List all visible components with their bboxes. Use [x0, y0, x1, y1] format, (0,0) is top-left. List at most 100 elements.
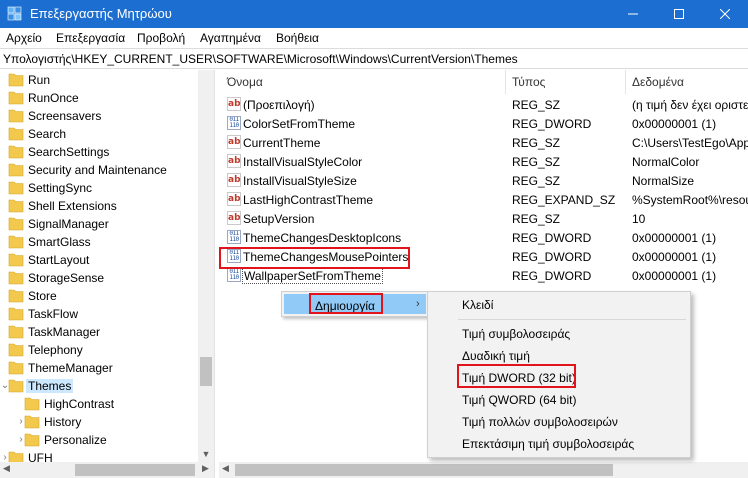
tree-item[interactable]: › Personalize: [0, 431, 198, 449]
folder-icon: [8, 109, 24, 123]
submenu-item-string-value[interactable]: Τιμή συμβολοσειράς: [462, 327, 570, 341]
tree-item[interactable]: TaskFlow: [0, 305, 198, 323]
string-value-icon: ab: [227, 192, 241, 206]
submenu-item-multi-string-value[interactable]: Τιμή πολλών συμβολοσειρών: [462, 415, 618, 429]
tree-horizontal-scrollbar[interactable]: ◀ ▶: [0, 462, 214, 478]
value-row[interactable]: ab SetupVersion REG_SZ 10: [219, 209, 748, 228]
column-header-type[interactable]: Τύπος: [506, 70, 625, 94]
menu-file[interactable]: Αρχείο: [6, 31, 42, 45]
tree-item[interactable]: StartLayout: [0, 251, 198, 269]
submenu-item-qword-value[interactable]: Τιμή QWORD (64 bit): [462, 393, 576, 407]
folder-icon: [8, 91, 24, 105]
value-type: REG_DWORD: [512, 250, 592, 264]
maximize-button[interactable]: [656, 0, 702, 28]
key-tree: Run RunOnce Screensavers Search SearchSettin…: [0, 70, 214, 478]
tree-item-label: Security and Maintenance: [28, 163, 167, 177]
registry-editor-icon: [7, 6, 22, 21]
annotation-highlight-value: [219, 247, 410, 269]
tree-item[interactable]: SignalManager: [0, 215, 198, 233]
value-row[interactable]: 011 110 ColorSetFromTheme REG_DWORD 0x000000…: [219, 114, 748, 133]
tree-item[interactable]: TaskManager: [0, 323, 198, 341]
value-name: ThemeChangesDesktopIcons: [243, 231, 402, 245]
string-value-icon: ab: [227, 135, 241, 149]
value-name: ColorSetFromTheme: [243, 117, 356, 131]
tree-item-label: HighContrast: [44, 397, 115, 411]
value-data: 0x00000001 (1): [632, 250, 717, 264]
minimize-icon: [628, 13, 638, 15]
values-horizontal-scrollbar[interactable]: ◀: [219, 462, 748, 478]
submenu-item-expandable-string-value[interactable]: Επεκτάσιμη τιμή συμβολοσειράς: [462, 437, 634, 451]
tree-item[interactable]: Store: [0, 287, 198, 305]
menu-favorites[interactable]: Αγαπημένα: [200, 31, 261, 45]
tree-item[interactable]: Search: [0, 125, 198, 143]
value-row[interactable]: ab (Προεπιλογή) REG_SZ (η τιμή δεν έχει ορι…: [219, 95, 748, 114]
close-icon: [720, 9, 730, 19]
tree-item-label: Screensavers: [28, 109, 102, 123]
tree-item[interactable]: Shell Extensions: [0, 197, 198, 215]
menu-help[interactable]: Βοήθεια: [276, 31, 319, 45]
tree-item[interactable]: Run: [0, 71, 198, 89]
value-type: REG_SZ: [512, 136, 561, 150]
tree-item[interactable]: SearchSettings: [0, 143, 198, 161]
tree-item[interactable]: Screensavers: [0, 107, 198, 125]
tree-scroll-thumb[interactable]: [200, 357, 212, 386]
value-type: REG_DWORD: [512, 269, 592, 283]
tree-item[interactable]: Security and Maintenance: [0, 161, 198, 179]
value-row[interactable]: 011 110 ThemeChangesDesktopIcons REG_DWORD 0…: [219, 228, 748, 247]
address-path[interactable]: Υπολογιστής\HKEY_CURRENT_USER\SOFTWARE\M…: [3, 52, 518, 66]
value-type: REG_DWORD: [512, 117, 592, 131]
value-name: WallpaperSetFromTheme: [242, 268, 383, 284]
value-row[interactable]: ab CurrentTheme REG_SZ C:\Users\TestEgo\App…: [219, 133, 748, 152]
value-row[interactable]: ab InstallVisualStyleSize REG_SZ NormalSize: [219, 171, 748, 190]
minimize-button[interactable]: [610, 0, 656, 28]
value-row[interactable]: ab LastHighContrastTheme REG_EXPAND_SZ %Sys…: [219, 190, 748, 209]
tree-item-label: StorageSense: [28, 271, 105, 285]
binary-value-icon: 011 110: [227, 230, 241, 244]
submenu-item-key[interactable]: Κλειδί: [462, 298, 493, 312]
scroll-left-icon[interactable]: ◀: [222, 463, 229, 474]
tree-item[interactable]: ⌄ Themes: [0, 377, 198, 395]
menu-bar: Αρχείο Επεξεργασία Προβολή Αγαπημένα Βοή…: [0, 28, 748, 48]
address-bar[interactable]: Υπολογιστής\HKEY_CURRENT_USER\SOFTWARE\M…: [0, 48, 748, 69]
tree-item[interactable]: RunOnce: [0, 89, 198, 107]
value-data: NormalSize: [632, 174, 695, 188]
value-row[interactable]: ab InstallVisualStyleColor REG_SZ NormalCol…: [219, 152, 748, 171]
tree-item[interactable]: HighContrast: [0, 395, 198, 413]
menu-view[interactable]: Προβολή: [137, 31, 185, 45]
submenu-item-binary-value[interactable]: Δυαδική τιμή: [462, 349, 530, 363]
value-data: C:\Users\TestEgo\AppData: [632, 136, 748, 150]
tree-vertical-scrollbar[interactable]: ▼: [198, 70, 214, 462]
tree-item[interactable]: StorageSense: [0, 269, 198, 287]
tree-item[interactable]: › History: [0, 413, 198, 431]
folder-icon: [8, 199, 24, 213]
close-button[interactable]: [702, 0, 748, 28]
string-value-icon: ab: [227, 173, 241, 187]
tree-item-label: TaskFlow: [28, 307, 79, 321]
value-type: REG_SZ: [512, 174, 561, 188]
tree-item-label: History: [44, 415, 82, 429]
string-value-icon: ab: [227, 211, 241, 225]
folder-icon: [8, 289, 24, 303]
values-hscroll-thumb[interactable]: [235, 464, 613, 476]
tree-item-label: Store: [28, 289, 57, 303]
column-header-name[interactable]: Όνομα: [219, 70, 505, 94]
tree-item[interactable]: Telephony: [0, 341, 198, 359]
tree-item-label: TaskManager: [28, 325, 101, 339]
value-name: LastHighContrastTheme: [243, 193, 374, 207]
folder-icon: [8, 163, 24, 177]
value-type: REG_SZ: [512, 155, 561, 169]
tree-item[interactable]: ThemeManager: [0, 359, 198, 377]
scroll-left-icon[interactable]: ◀: [3, 463, 10, 474]
menu-edit[interactable]: Επεξεργασία: [56, 31, 125, 45]
scroll-right-icon[interactable]: ▶: [202, 463, 209, 474]
tree-item-label: SettingSync: [28, 181, 93, 195]
binary-value-icon: 011 110: [227, 268, 241, 282]
tree-item[interactable]: SettingSync: [0, 179, 198, 197]
tree-hscroll-thumb[interactable]: [75, 464, 195, 476]
column-header-data[interactable]: Δεδομένα: [626, 70, 748, 94]
tree-item-label: SearchSettings: [28, 145, 110, 159]
tree-item-label: Run: [28, 73, 51, 87]
binary-value-icon: 011 110: [227, 116, 241, 130]
scroll-down-icon[interactable]: ▼: [198, 446, 214, 462]
tree-item[interactable]: SmartGlass: [0, 233, 198, 251]
